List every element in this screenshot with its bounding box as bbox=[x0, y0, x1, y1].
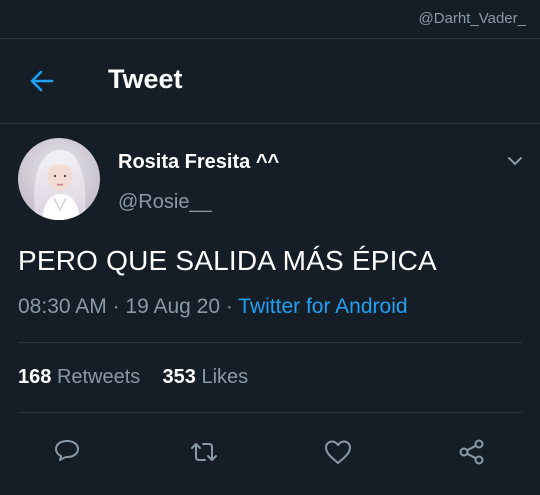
tweet-stats: 168 Retweets 353 Likes bbox=[18, 366, 248, 389]
avatar[interactable] bbox=[18, 138, 100, 220]
likes-label: Likes bbox=[201, 366, 249, 388]
arrow-left-icon bbox=[30, 70, 54, 92]
tweet-date: 19 Aug 20 bbox=[125, 295, 220, 318]
header-bar: Tweet bbox=[0, 39, 540, 124]
heart-icon bbox=[325, 440, 351, 464]
retweets-count: 168 bbox=[18, 366, 52, 388]
back-button[interactable] bbox=[26, 65, 58, 97]
like-button[interactable] bbox=[322, 436, 354, 468]
page-title: Tweet bbox=[108, 64, 183, 94]
share-button[interactable] bbox=[456, 436, 488, 468]
tweet-source-link[interactable]: Twitter for Android bbox=[238, 295, 407, 318]
tweet-time: 08:30 AM bbox=[18, 295, 107, 318]
divider bbox=[18, 412, 522, 413]
action-bar bbox=[0, 432, 540, 472]
reply-icon bbox=[55, 440, 79, 461]
user-handle[interactable]: @Rosie__ bbox=[118, 191, 212, 214]
chevron-down-icon bbox=[508, 157, 522, 165]
likes-stat[interactable]: 353 Likes bbox=[163, 366, 249, 388]
tweet-meta: 08:30 AM · 19 Aug 20 · Twitter for Andro… bbox=[18, 295, 408, 319]
retweet-button[interactable] bbox=[188, 436, 220, 468]
display-name[interactable]: Rosita Fresita ^^ bbox=[118, 151, 279, 174]
meta-separator: · bbox=[106, 295, 126, 318]
divider bbox=[18, 342, 522, 343]
retweets-label: Retweets bbox=[56, 366, 141, 388]
tweet-text: PERO QUE SALIDA MÁS ÉPICA bbox=[18, 245, 437, 276]
share-icon bbox=[459, 439, 484, 465]
watermark-handle: @Darht_Vader_ bbox=[418, 10, 526, 27]
avatar-image bbox=[18, 138, 100, 220]
tweet-menu-button[interactable] bbox=[506, 152, 524, 170]
meta-separator: · bbox=[220, 295, 239, 318]
retweets-stat[interactable]: 168 Retweets bbox=[18, 366, 140, 388]
reply-button[interactable] bbox=[51, 436, 83, 468]
likes-count: 353 bbox=[162, 366, 196, 388]
retweet-icon bbox=[191, 443, 217, 461]
